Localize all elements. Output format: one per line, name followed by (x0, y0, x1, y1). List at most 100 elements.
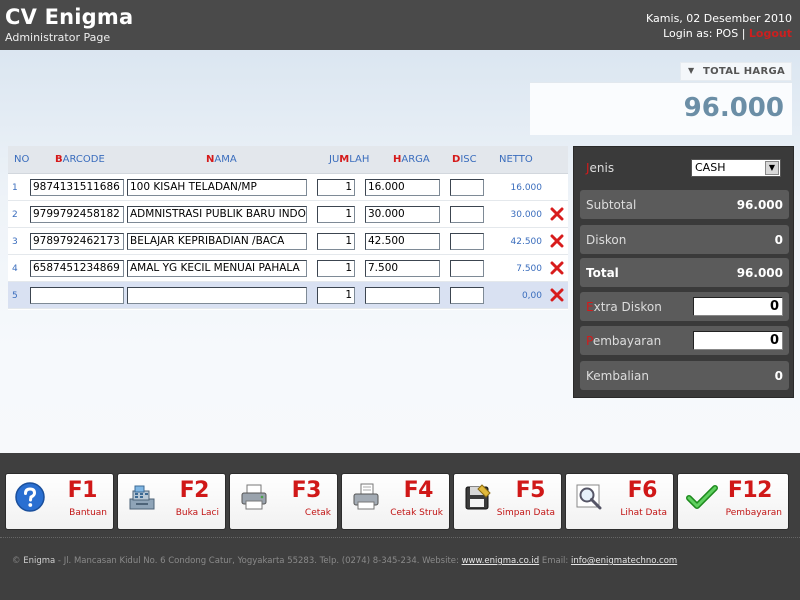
f3-key-label: F3 (291, 478, 322, 503)
nama-input[interactable]: 100 KISAH TELADAN/MP (127, 179, 307, 196)
f4-cetak-struk-button[interactable]: F4 Cetak Struk (341, 473, 450, 530)
cetak-struk-label: Cetak Struk (390, 508, 443, 518)
extra-diskon-row: Extra Diskon 0 (580, 292, 789, 321)
harga-input[interactable]: 7.500 (365, 260, 440, 277)
harga-input[interactable]: 16.000 (365, 179, 440, 196)
netto-value: 30.000 (510, 210, 543, 220)
total-row: Total 96.000 (580, 258, 789, 287)
row-number: 3 (12, 237, 18, 247)
disc-input[interactable] (450, 206, 484, 223)
jumlah-input[interactable]: 1 (317, 260, 355, 277)
nama-input[interactable]: BELAJAR KEPRIBADIAN /BACA (127, 233, 307, 250)
table-row: 2 9799792458182 ADMNISTRASI PUBLIK BARU … (8, 201, 568, 228)
row-number: 2 (12, 210, 18, 220)
pembayaran-row: Pembayaran 0 (580, 326, 789, 355)
f3-cetak-button[interactable]: F3 Cetak (229, 473, 338, 530)
table-row-active: 5 1 0,00 (8, 282, 568, 309)
help-icon (15, 482, 45, 512)
harga-input[interactable] (365, 287, 440, 304)
barcode-input[interactable]: 6587451234869 (30, 260, 124, 277)
netto-value: 16.000 (510, 183, 543, 193)
table-row: 4 6587451234869 AMAL YG KECIL MENUAI PAH… (8, 255, 568, 282)
table-row: 3 9789792462173 BELAJAR KEPRIBADIAN /BAC… (8, 228, 568, 255)
extra-diskon-input[interactable]: 0 (693, 297, 783, 316)
column-no: NO (14, 154, 30, 165)
footer-email-label: Email: (541, 556, 569, 566)
subtotal-row: Subtotal 96.000 (580, 190, 789, 219)
total-harga-panel: 96.000 (530, 82, 792, 135)
footer-address: - Jl. Mancasan Kidul No. 6 Condong Catur… (57, 556, 459, 566)
jumlah-input[interactable]: 1 (317, 233, 355, 250)
f6-lihat-data-button[interactable]: F6 Lihat Data (565, 473, 674, 530)
f12-pembayaran-button[interactable]: F12 Pembayaran (677, 473, 789, 530)
total-harga-label: TOTAL HARGA (703, 66, 786, 77)
column-netto: NETTO (499, 154, 533, 165)
subtotal-label: Subtotal (586, 198, 637, 212)
f5-key-label: F5 (515, 478, 546, 503)
app-title: CV Enigma (5, 5, 134, 29)
footer-website-link[interactable]: www.enigma.co.id (462, 556, 540, 566)
row-number: 1 (12, 183, 18, 193)
jenis-select[interactable]: CASH ▼ (691, 159, 781, 177)
total-label: Total (586, 266, 619, 280)
footer-email-link[interactable]: info@enigmatechno.com (571, 556, 677, 566)
save-data-icon (465, 484, 491, 510)
nama-input[interactable]: ADMNISTRASI PUBLIK BARU INDONESIA (127, 206, 307, 223)
delete-row-icon[interactable] (550, 288, 564, 302)
f6-key-label: F6 (627, 478, 658, 503)
payment-summary-panel: Jenis CASH ▼ Subtotal 96.000 Diskon 0 To… (573, 146, 794, 398)
barcode-input[interactable]: 9874131511686 (30, 179, 124, 196)
barcode-input[interactable] (30, 287, 124, 304)
footer-text: © Enigma - Jl. Mancasan Kidul No. 6 Cond… (12, 556, 677, 566)
column-harga: HARGA (393, 154, 430, 165)
column-jumlah: JUMLAH (329, 154, 370, 165)
row-number: 4 (12, 264, 18, 274)
pembayaran-input[interactable]: 0 (693, 331, 783, 350)
kembalian-row: Kembalian 0 (580, 361, 789, 390)
column-barcode: BARCODE (55, 154, 105, 165)
disc-input[interactable] (450, 260, 484, 277)
diskon-value: 0 (774, 233, 783, 247)
subtotal-value: 96.000 (736, 198, 783, 212)
harga-input[interactable]: 30.000 (365, 206, 440, 223)
disc-input[interactable] (450, 179, 484, 196)
nama-input[interactable] (127, 287, 307, 304)
jenis-row: Jenis CASH ▼ (580, 153, 789, 182)
login-status: Login as: POS | Logout (663, 27, 792, 40)
simpan-data-label: Simpan Data (496, 508, 555, 518)
pembayaran-label: Pembayaran (725, 508, 782, 518)
view-data-icon (576, 484, 602, 510)
checkmark-icon (686, 485, 718, 509)
cash-register-icon (129, 485, 155, 510)
pembayaran-label: Pembayaran (586, 334, 662, 348)
delete-row-icon[interactable] (550, 234, 564, 248)
f1-key-label: F1 (67, 478, 98, 503)
disc-input[interactable] (450, 287, 484, 304)
jumlah-input[interactable]: 1 (317, 287, 355, 304)
diskon-label: Diskon (586, 233, 627, 247)
f2-buka-laci-button[interactable]: F2 Buka Laci (117, 473, 226, 530)
disc-input[interactable] (450, 233, 484, 250)
footer: © Enigma - Jl. Mancasan Kidul No. 6 Cond… (0, 537, 800, 600)
kembalian-value: 0 (774, 369, 783, 383)
barcode-input[interactable]: 9789792462173 (30, 233, 124, 250)
f5-simpan-data-button[interactable]: F5 Simpan Data (453, 473, 562, 530)
harga-input[interactable]: 42.500 (365, 233, 440, 250)
jumlah-input[interactable]: 1 (317, 179, 355, 196)
nama-input[interactable]: AMAL YG KECIL MENUAI PAHALA (127, 260, 307, 277)
logout-link[interactable]: Logout (749, 27, 792, 40)
delete-row-icon[interactable] (550, 261, 564, 275)
app-header: CV Enigma Administrator Page Kamis, 02 D… (0, 0, 800, 50)
total-harga-value: 96.000 (683, 93, 784, 123)
f2-key-label: F2 (179, 478, 210, 503)
total-harga-header[interactable]: ▼ TOTAL HARGA (680, 62, 792, 81)
collapse-arrow-icon: ▼ (688, 66, 695, 75)
chevron-down-icon[interactable]: ▼ (765, 161, 779, 175)
lihat-data-label: Lihat Data (620, 508, 667, 518)
netto-value: 0,00 (521, 291, 542, 301)
jumlah-input[interactable]: 1 (317, 206, 355, 223)
f1-bantuan-button[interactable]: F1 Bantuan (5, 473, 114, 530)
jenis-selected-value: CASH (695, 161, 726, 174)
delete-row-icon[interactable] (550, 207, 564, 221)
barcode-input[interactable]: 9799792458182 (30, 206, 124, 223)
